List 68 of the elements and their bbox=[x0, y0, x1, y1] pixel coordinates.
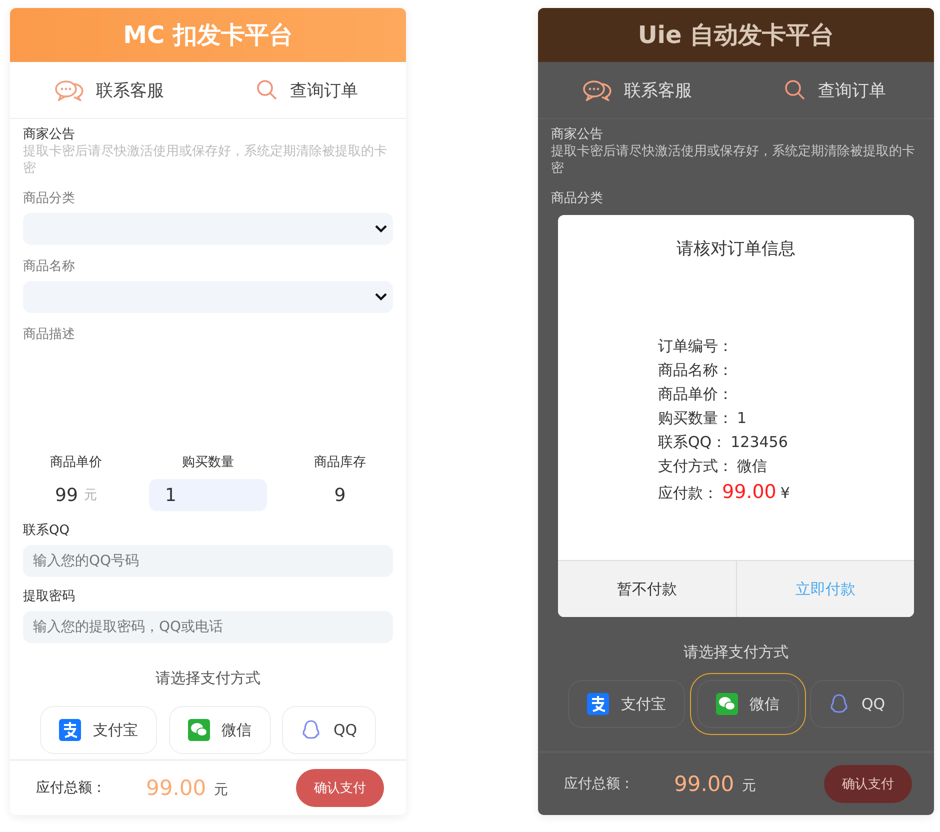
field-label: 商品名称 bbox=[23, 258, 76, 275]
payment-option[interactable]: 支付宝 bbox=[40, 706, 157, 754]
field-label: 联系QQ bbox=[23, 522, 70, 539]
text-field[interactable]: 输入您的提取密码，QQ或电话 bbox=[23, 611, 393, 643]
wechat-logo-icon bbox=[716, 693, 738, 715]
confirm-pay-button[interactable]: 确认支付 bbox=[296, 768, 384, 807]
payment-option[interactable]: 支付宝 bbox=[568, 680, 685, 728]
amount-value: 99.00 bbox=[722, 481, 776, 503]
chat-bubbles-icon bbox=[54, 79, 84, 101]
search-icon bbox=[784, 79, 806, 101]
alipay-logo-icon bbox=[586, 693, 609, 715]
app-header: MC 扣发卡平台 bbox=[10, 8, 406, 62]
stat-value: 9 bbox=[334, 484, 346, 506]
penguin-icon bbox=[829, 693, 850, 715]
info-label: 购买数量： bbox=[658, 409, 733, 428]
field-label: 商品描述 bbox=[23, 326, 76, 343]
chat-bubbles-icon bbox=[582, 79, 612, 101]
unit-label: 元 bbox=[84, 487, 97, 504]
penguin-icon bbox=[301, 719, 322, 741]
info-label: 联系QQ： bbox=[658, 433, 727, 452]
quantity-field[interactable]: 1 bbox=[149, 479, 267, 511]
notice-title: 商家公告 bbox=[23, 126, 76, 143]
total-label: 应付总额： bbox=[36, 778, 106, 797]
chevron-down-icon bbox=[375, 225, 387, 233]
field-label: 商品分类 bbox=[23, 190, 76, 207]
info-label: 支付方式： bbox=[658, 457, 733, 476]
notice-text: 提取卡密后请尽快激活使用或保存好，系统定期清除被提取的卡密 bbox=[23, 143, 388, 177]
confirm-pay-button[interactable]: 确认支付 bbox=[824, 765, 912, 803]
payment-option[interactable]: 微信 bbox=[168, 706, 271, 754]
currency-sign: ¥ bbox=[780, 484, 790, 502]
pay-prompt: 请选择支付方式 bbox=[154, 669, 262, 688]
currency-unit: 元 bbox=[742, 777, 756, 795]
cancel-button[interactable]: 暂不付款 bbox=[558, 561, 736, 617]
stat-value: 99 bbox=[55, 484, 78, 506]
stat-label: 购买数量 bbox=[182, 454, 234, 471]
nav-tab[interactable]: 联系客服 bbox=[538, 62, 736, 118]
search-icon bbox=[256, 79, 278, 101]
info-label: 商品单价： bbox=[658, 385, 733, 404]
text-field[interactable]: 输入您的QQ号码 bbox=[23, 545, 393, 577]
select-field[interactable] bbox=[23, 281, 393, 313]
total-label: 应付总额： bbox=[564, 775, 634, 793]
notice-text: 提取卡密后请尽快激活使用或保存好，系统定期清除被提取的卡密 bbox=[551, 143, 916, 177]
stat-label: 商品单价 bbox=[50, 454, 102, 471]
nav-tab[interactable]: 联系客服 bbox=[10, 62, 208, 118]
payment-option[interactable]: QQ bbox=[282, 706, 376, 754]
info-value: 123456 bbox=[730, 433, 788, 451]
total-amount: 99.00 bbox=[674, 772, 734, 796]
currency-unit: 元 bbox=[214, 780, 228, 799]
nav-tab[interactable]: 查询订单 bbox=[208, 62, 406, 118]
total-amount: 99.00 bbox=[146, 776, 206, 800]
stat-label: 商品库存 bbox=[314, 454, 366, 471]
dialog-title: 请核对订单信息 bbox=[676, 238, 796, 260]
payment-option[interactable]: QQ bbox=[810, 680, 904, 728]
notice-title: 商家公告 bbox=[551, 126, 604, 143]
alipay-logo-icon bbox=[58, 719, 81, 741]
info-value: 微信 bbox=[737, 457, 767, 476]
info-label: 订单编号： bbox=[658, 337, 733, 356]
app-header: Uie 自动发卡平台 bbox=[538, 8, 934, 62]
field-label: 商品分类 bbox=[551, 190, 604, 207]
info-label: 商品名称： bbox=[658, 361, 733, 380]
wechat-logo-icon bbox=[188, 719, 210, 741]
select-field[interactable] bbox=[23, 213, 393, 245]
info-label: 应付款： bbox=[658, 484, 718, 503]
chevron-down-icon bbox=[375, 293, 387, 301]
nav-tab[interactable]: 查询订单 bbox=[736, 62, 934, 118]
field-label: 提取密码 bbox=[23, 588, 76, 605]
pay-prompt: 请选择支付方式 bbox=[682, 643, 790, 662]
info-value: 1 bbox=[737, 409, 747, 427]
